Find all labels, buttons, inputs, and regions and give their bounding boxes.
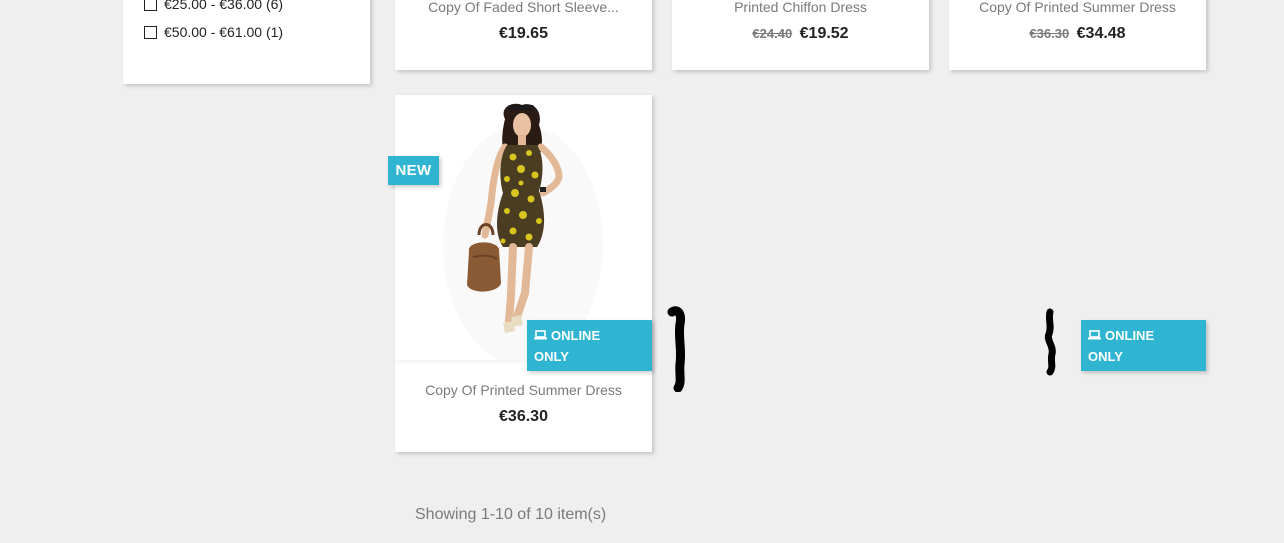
new-flag: NEW [388,156,439,185]
product-card[interactable]: Copy Of Printed Summer Dress €36.30 [395,95,652,452]
product-name-link[interactable]: Copy Of Faded Short Sleeve... [395,0,652,15]
online-only-text-line2: ONLY [1088,349,1123,365]
online-only-text-line2: ONLY [534,349,569,365]
price-filter-option[interactable]: €50.00 - €61.00 (1) [144,24,283,40]
online-only-flag: ONLINE ONLY [527,320,652,371]
product-price: €34.48 [1076,25,1126,42]
checkbox[interactable] [144,0,157,11]
online-only-text-line1: ONLINE [551,328,601,343]
product-card[interactable]: Copy Of Faded Short Sleeve... €19.65 [395,0,652,70]
price-filter-option[interactable]: €25.00 - €36.00 (6) [144,0,283,12]
product-price: €19.65 [499,25,548,42]
product-price: €36.30 [499,408,548,425]
regular-price: €24.40 [752,26,793,41]
price-filter-panel: €25.00 - €36.00 (6) €50.00 - €61.00 (1) [123,0,370,84]
price-line: €36.30 [395,408,652,426]
product-card[interactable]: Copy Of Printed Summer Dress €36.30 €34.… [949,0,1206,70]
online-only-flag: ONLINE ONLY [1081,320,1206,371]
scribble-mark [1044,308,1056,376]
product-card[interactable]: Printed Chiffon Dress €24.40 €19.52 [672,0,929,70]
pagination-summary: Showing 1-10 of 10 item(s) [415,506,607,523]
price-line: €19.65 [395,25,652,43]
regular-price: €36.30 [1029,26,1070,41]
scribble-mark [667,306,686,392]
checkbox[interactable] [144,25,157,39]
price-line: €24.40 €19.52 [672,25,929,43]
online-only-text-line1: ONLINE [1105,328,1155,343]
product-price: €19.52 [799,25,849,42]
product-name-link[interactable]: Copy Of Printed Summer Dress [949,0,1206,15]
laptop-icon [1088,325,1101,346]
price-filter-label: €50.00 - €61.00 (1) [164,24,284,40]
product-name-link[interactable]: Copy Of Printed Summer Dress [395,382,652,398]
price-line: €36.30 €34.48 [949,25,1206,43]
laptop-icon [534,325,547,346]
price-filter-label: €25.00 - €36.00 (6) [164,0,284,12]
product-name-link[interactable]: Printed Chiffon Dress [672,0,929,15]
